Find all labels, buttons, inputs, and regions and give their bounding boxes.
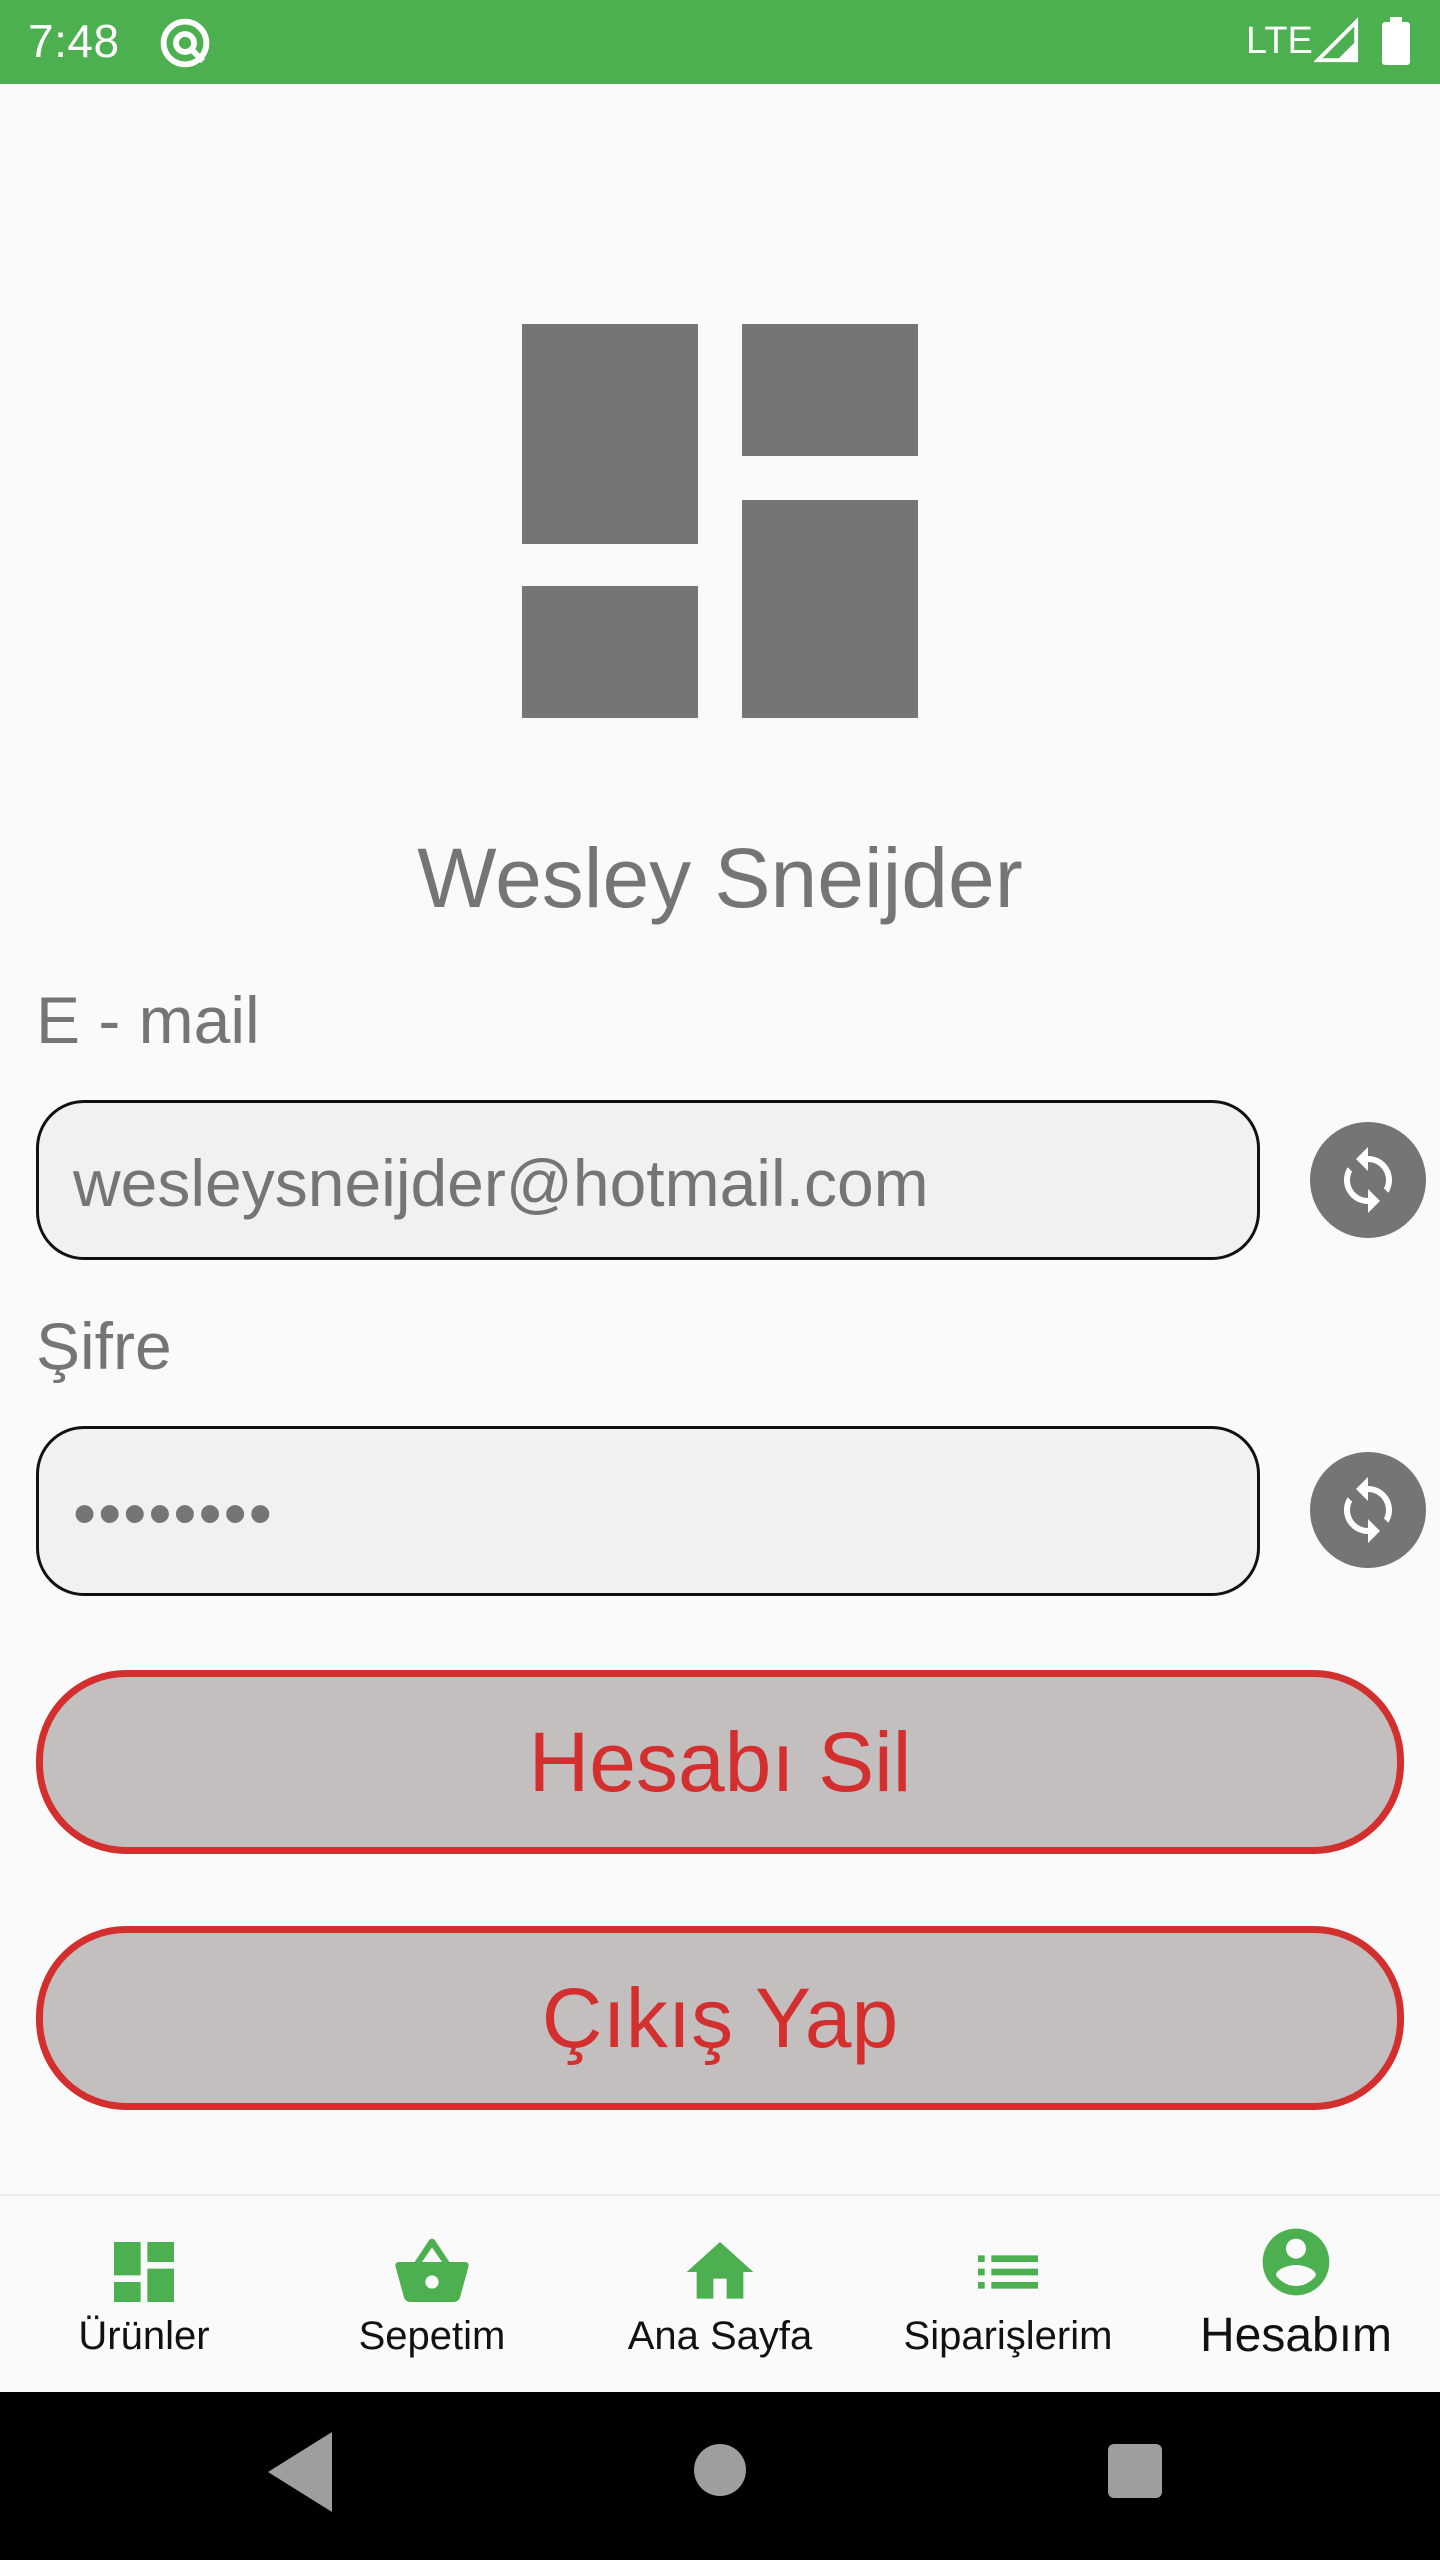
dashboard-icon bbox=[114, 2242, 174, 2302]
user-name: Wesley Sneijder bbox=[417, 831, 1023, 925]
recents-icon[interactable] bbox=[1108, 2444, 1162, 2498]
delete-account-button[interactable]: Hesabı Sil bbox=[36, 1670, 1404, 1854]
shopping-basket-icon bbox=[395, 2238, 469, 2302]
nav-label-home: Ana Sayfa bbox=[627, 2314, 813, 2358]
nav-item-orders[interactable]: Siparişlerim bbox=[864, 2196, 1152, 2394]
email-field[interactable]: wesleysneijder@hotmail.com bbox=[36, 1100, 1260, 1260]
refresh-icon bbox=[1344, 1477, 1392, 1543]
password-label: Şifre bbox=[36, 1309, 172, 1383]
status-network: LTE bbox=[1246, 20, 1313, 62]
dashboard-logo-icon bbox=[522, 324, 918, 718]
email-label: E - mail bbox=[36, 983, 260, 1057]
password-field[interactable]: •••••••• bbox=[36, 1426, 1260, 1596]
list-icon bbox=[978, 2255, 1038, 2289]
cellular-signal-icon bbox=[1314, 17, 1359, 63]
battery-full-icon bbox=[1382, 17, 1410, 65]
refresh-password-button[interactable] bbox=[1310, 1452, 1426, 1568]
vpn-key-icon bbox=[160, 18, 210, 68]
back-icon[interactable] bbox=[268, 2432, 332, 2512]
status-time: 7:48 bbox=[28, 15, 120, 67]
nav-item-products[interactable]: Ürünler bbox=[0, 2196, 288, 2394]
account-circle-icon bbox=[1262, 2228, 1330, 2296]
refresh-icon bbox=[1344, 1147, 1392, 1213]
system-navigation-bar bbox=[0, 2392, 1440, 2560]
nav-label-cart: Sepetim bbox=[358, 2314, 506, 2358]
nav-label-orders: Siparişlerim bbox=[903, 2314, 1113, 2358]
refresh-email-button[interactable] bbox=[1310, 1122, 1426, 1238]
bottom-navigation: Ürünler Sepetim Ana Sayfa Siparişlerim H… bbox=[0, 2194, 1440, 2392]
nav-item-home[interactable]: Ana Sayfa bbox=[576, 2196, 864, 2394]
password-value: •••••••• bbox=[73, 1476, 274, 1550]
email-value: wesleysneijder@hotmail.com bbox=[73, 1146, 929, 1220]
nav-item-cart[interactable]: Sepetim bbox=[288, 2196, 576, 2394]
status-bar: 7:48 LTE bbox=[0, 0, 1440, 84]
logout-button[interactable]: Çıkış Yap bbox=[36, 1926, 1404, 2110]
home-icon bbox=[686, 2242, 754, 2299]
home-circle-icon[interactable] bbox=[694, 2444, 746, 2496]
nav-label-account: Hesabım bbox=[1199, 2309, 1393, 2362]
nav-label-products: Ürünler bbox=[78, 2314, 210, 2358]
nav-item-account[interactable]: Hesabım bbox=[1152, 2196, 1440, 2394]
